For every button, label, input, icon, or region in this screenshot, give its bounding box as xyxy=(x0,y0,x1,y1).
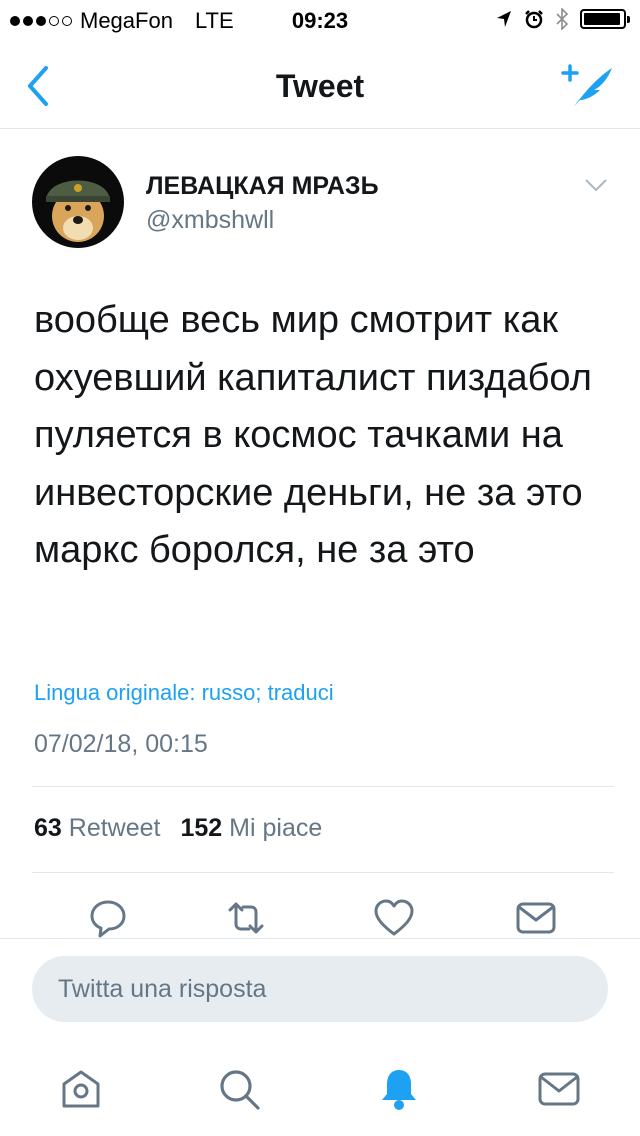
battery-icon xyxy=(580,9,630,29)
home-icon xyxy=(62,1070,100,1108)
retweet-button[interactable] xyxy=(224,896,268,940)
tweet-stats: 63 Retweet 152 Mi piace xyxy=(34,814,322,843)
bluetooth-icon xyxy=(556,8,568,30)
tab-home[interactable] xyxy=(58,1066,104,1112)
like-icon xyxy=(374,899,414,936)
messages-icon xyxy=(538,1072,580,1106)
tab-notifications[interactable] xyxy=(376,1066,422,1112)
like-stat[interactable]: 152 Mi piace xyxy=(180,814,322,843)
notifications-icon xyxy=(382,1070,416,1110)
doge-helmet-avatar-image xyxy=(32,156,124,248)
direct-message-button[interactable] xyxy=(514,896,558,940)
reply-icon xyxy=(90,900,126,938)
divider xyxy=(0,938,640,939)
like-count: 152 xyxy=(180,814,223,842)
like-button[interactable] xyxy=(372,896,416,940)
compose-tweet-icon xyxy=(561,64,612,106)
navigation-bar: Tweet xyxy=(0,40,640,129)
tab-messages[interactable] xyxy=(536,1066,582,1112)
reply-input[interactable]: Twitta una risposta xyxy=(32,956,608,1022)
reply-button[interactable] xyxy=(86,896,130,940)
direct-message-icon xyxy=(516,902,556,934)
divider xyxy=(32,786,614,787)
retweet-count: 63 xyxy=(34,814,62,842)
tab-search[interactable] xyxy=(216,1066,262,1112)
retweet-label: Retweet xyxy=(68,814,161,842)
retweet-icon xyxy=(228,902,264,934)
page-title: Tweet xyxy=(275,68,365,104)
tweet-text: вообще весь мир смотрит как охуевший кап… xyxy=(34,299,592,571)
chevron-down-icon[interactable] xyxy=(584,178,608,192)
translate-link[interactable]: Lingua originale: russo; traduci xyxy=(34,680,334,706)
user-handle[interactable]: @xmbshwll xyxy=(146,206,274,235)
like-label: Mi piace xyxy=(229,814,323,842)
search-icon xyxy=(220,1070,260,1110)
status-right xyxy=(496,8,630,30)
alarm-icon xyxy=(525,10,543,29)
tweet-timestamp: 07/02/18, 00:15 xyxy=(34,730,208,758)
location-arrow-icon xyxy=(497,11,511,27)
avatar[interactable] xyxy=(32,156,124,248)
compose-tweet-button[interactable] xyxy=(560,60,618,110)
divider xyxy=(32,872,614,873)
user-name[interactable]: ЛЕВАЦКАЯ МРАЗЬ xyxy=(146,172,379,201)
tweet-header: ЛЕВАЦКАЯ МРАЗЬ @xmbshwll xyxy=(32,156,612,256)
status-bar: MegaFon LTE 09:23 xyxy=(0,0,640,40)
retweet-stat[interactable]: 63 Retweet xyxy=(34,814,160,843)
